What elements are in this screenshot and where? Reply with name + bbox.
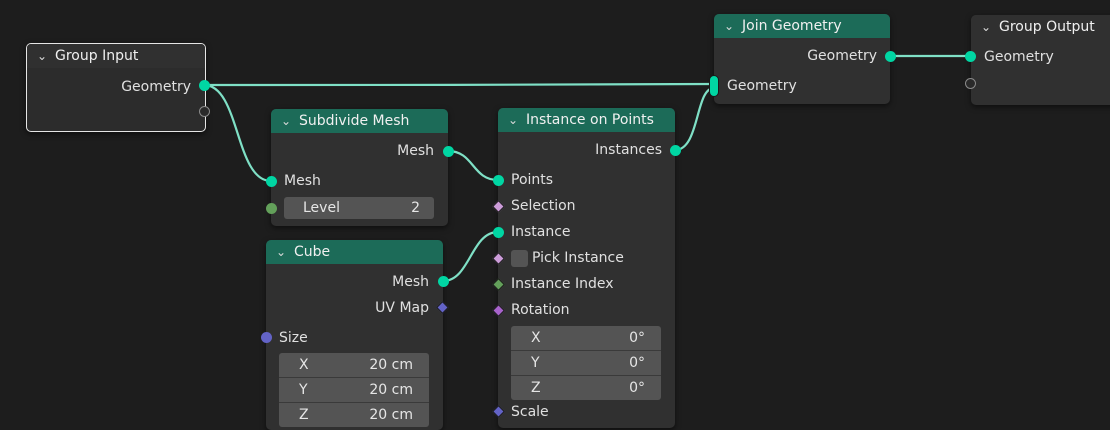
size-input-socket[interactable] [261, 332, 272, 343]
field-value: 20 cm [369, 407, 413, 423]
rotation-z-field[interactable]: Z 0° [511, 376, 661, 400]
socket-label-mesh-in: Mesh [284, 173, 321, 189]
socket-label-instances: Instances [595, 142, 662, 158]
mesh-output-socket[interactable] [443, 146, 454, 157]
node-cube[interactable]: ⌄ Cube Mesh UV Map Size X 20 cm Y 20 cm … [266, 240, 443, 430]
geometry-input-socket[interactable] [965, 51, 976, 62]
chevron-down-icon[interactable]: ⌄ [508, 108, 518, 132]
size-y-field[interactable]: Y 20 cm [279, 378, 429, 403]
field-value: 20 cm [369, 357, 413, 373]
socket-label-size: Size [279, 330, 308, 346]
node-header[interactable]: ⌄ Subdivide Mesh [271, 109, 448, 133]
socket-label-mesh: Mesh [392, 274, 429, 290]
field-label: Y [531, 355, 540, 371]
link-instances-join [674, 86, 715, 152]
link-groupinput-subdivide [203, 83, 272, 183]
node-group-input[interactable]: ⌄ Group Input Geometry [26, 43, 206, 132]
chevron-down-icon[interactable]: ⌄ [276, 240, 286, 264]
node-title: Cube [294, 244, 331, 260]
instances-output-socket[interactable] [670, 145, 681, 156]
level-field[interactable]: Level 2 [284, 197, 434, 219]
chevron-down-icon[interactable]: ⌄ [981, 15, 991, 39]
socket-label-instance: Instance [511, 224, 571, 240]
rotation-y-field[interactable]: Y 0° [511, 351, 661, 376]
node-subdivide-mesh[interactable]: ⌄ Subdivide Mesh Mesh Mesh Level 2 [271, 109, 448, 226]
socket-label-instance-index: Instance Index [511, 276, 614, 292]
size-vector-field[interactable]: X 20 cm Y 20 cm Z 20 cm [279, 353, 429, 427]
socket-label-geometry: Geometry [121, 79, 191, 95]
node-header[interactable]: ⌄ Group Output [971, 15, 1110, 39]
field-label: Z [531, 380, 541, 396]
socket-label-points: Points [511, 172, 554, 188]
node-title: Group Output [999, 19, 1095, 35]
geometry-output-socket[interactable] [199, 80, 210, 91]
link-cube-instance [442, 230, 499, 283]
pick-instance-checkbox[interactable] [511, 250, 528, 267]
socket-label-selection: Selection [511, 198, 576, 214]
socket-label-geometry-in: Geometry [727, 78, 797, 94]
size-z-field[interactable]: Z 20 cm [279, 403, 429, 427]
empty-input-socket[interactable] [965, 78, 976, 89]
socket-label-pick-instance: Pick Instance [532, 250, 624, 266]
node-join-geometry[interactable]: ⌄ Join Geometry Geometry Geometry [714, 14, 890, 104]
chevron-down-icon[interactable]: ⌄ [281, 109, 291, 133]
instance-input-socket[interactable] [493, 227, 504, 238]
socket-label-geometry: Geometry [984, 49, 1054, 65]
field-label: X [531, 330, 541, 346]
field-label: X [299, 357, 309, 373]
rotation-vector-field[interactable]: X 0° Y 0° Z 0° [511, 326, 661, 400]
geometry-multi-input-socket[interactable] [709, 75, 719, 97]
socket-label-geometry-out: Geometry [807, 48, 877, 64]
chevron-down-icon[interactable]: ⌄ [37, 44, 47, 68]
field-value: 0° [629, 330, 645, 346]
field-value: 20 cm [369, 382, 413, 398]
socket-label-mesh-out: Mesh [397, 143, 434, 159]
field-label: Z [299, 407, 309, 423]
empty-output-socket[interactable] [199, 106, 210, 117]
field-value: 2 [411, 200, 420, 216]
field-value: 0° [629, 355, 645, 371]
field-label: Y [299, 382, 308, 398]
node-header[interactable]: ⌄ Group Input [27, 44, 205, 68]
field-label: Level [303, 200, 340, 216]
socket-label-scale: Scale [511, 404, 549, 420]
node-header[interactable]: ⌄ Instance on Points [498, 108, 675, 132]
node-title: Join Geometry [742, 18, 842, 34]
size-x-field[interactable]: X 20 cm [279, 353, 429, 378]
node-header[interactable]: ⌄ Cube [266, 240, 443, 264]
node-instance-on-points[interactable]: ⌄ Instance on Points Instances Points Se… [498, 108, 675, 428]
node-group-output[interactable]: ⌄ Group Output Geometry [971, 15, 1110, 105]
level-input-socket[interactable] [266, 203, 277, 214]
chevron-down-icon[interactable]: ⌄ [724, 14, 734, 38]
points-input-socket[interactable] [493, 175, 504, 186]
socket-label-uvmap: UV Map [375, 300, 429, 316]
link-subdivide-instance [447, 149, 499, 182]
node-title: Instance on Points [526, 112, 654, 128]
node-title: Group Input [55, 48, 139, 64]
geometry-output-socket[interactable] [885, 51, 896, 62]
socket-label-rotation: Rotation [511, 302, 570, 318]
node-header[interactable]: ⌄ Join Geometry [714, 14, 890, 38]
mesh-output-socket[interactable] [438, 276, 449, 287]
link-groupinput-join [203, 82, 715, 87]
rotation-x-field[interactable]: X 0° [511, 326, 661, 351]
node-title: Subdivide Mesh [299, 113, 410, 129]
field-value: 0° [629, 380, 645, 396]
mesh-input-socket[interactable] [266, 176, 277, 187]
